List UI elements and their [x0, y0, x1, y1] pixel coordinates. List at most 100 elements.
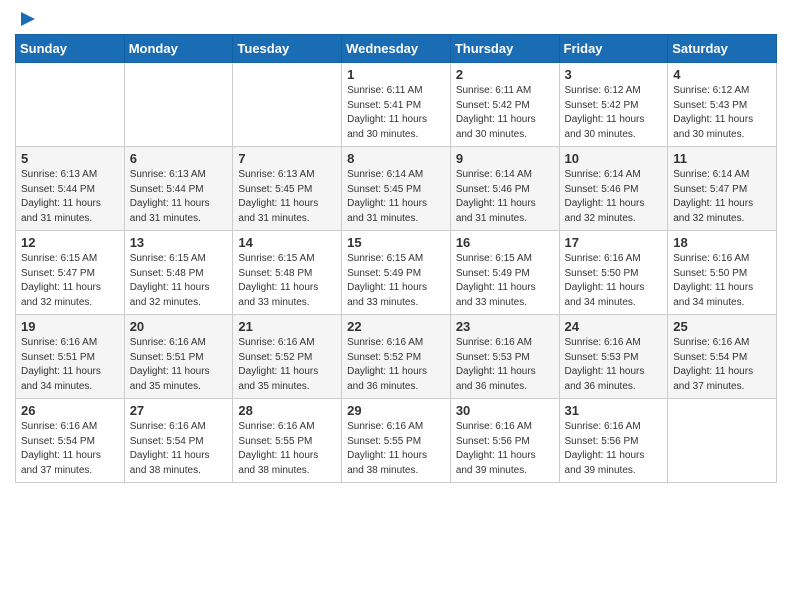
- day-info: Sunrise: 6:14 AMSunset: 5:47 PMDaylight:…: [673, 168, 771, 226]
- day-number: 22: [347, 319, 445, 334]
- calendar-header-row: SundayMondayTuesdayWednesdayThursdayFrid…: [16, 35, 777, 63]
- day-number: 14: [238, 235, 336, 250]
- calendar-cell: 11 Sunrise: 6:14 AMSunset: 5:47 PMDayligh…: [668, 147, 777, 231]
- calendar-dow-friday: Friday: [559, 35, 668, 63]
- calendar-cell: 27Sunrise: 6:16 AMSunset: 5:54 PMDayligh…: [124, 399, 233, 483]
- day-number: 2: [456, 67, 554, 82]
- day-number: 28: [238, 403, 336, 418]
- logo: [15, 10, 39, 26]
- day-number: 26: [21, 403, 119, 418]
- calendar-cell: 22 Sunrise: 6:16 AMSunset: 5:52 PMDayligh…: [342, 315, 451, 399]
- day-info: Sunrise: 6:16 AMSunset: 5:50 PMDaylight:…: [565, 252, 663, 310]
- calendar-cell: 3Sunrise: 6:12 AMSunset: 5:42 PMDaylight…: [559, 63, 668, 147]
- day-info: Sunrise: 6:16 AMSunset: 5:56 PMDaylight:…: [565, 420, 663, 478]
- calendar-cell: 26Sunrise: 6:16 AMSunset: 5:54 PMDayligh…: [16, 399, 125, 483]
- calendar-cell: 1 Sunrise: 6:11 AMSunset: 5:41 PMDaylight…: [342, 63, 451, 147]
- day-number: 4: [673, 67, 771, 82]
- calendar-cell: [124, 63, 233, 147]
- day-number: 1: [347, 67, 445, 82]
- calendar-cell: 18 Sunrise: 6:16 AMSunset: 5:50 PMDayligh…: [668, 231, 777, 315]
- logo-flag-icon: [17, 8, 39, 30]
- day-number: 5: [21, 151, 119, 166]
- day-info: Sunrise: 6:16 AMSunset: 5:55 PMDaylight:…: [347, 420, 445, 478]
- day-number: 31: [565, 403, 663, 418]
- calendar-cell: 12 Sunrise: 6:15 AMSunset: 5:47 PMDayligh…: [16, 231, 125, 315]
- day-info: Sunrise: 6:11 AMSunset: 5:41 PMDaylight:…: [347, 84, 445, 142]
- calendar-week-0: 1 Sunrise: 6:11 AMSunset: 5:41 PMDaylight…: [16, 63, 777, 147]
- day-number: 24: [565, 319, 663, 334]
- calendar-week-4: 26 Sunrise: 6:16 AMSunset: 5:54 PMDayligh…: [16, 399, 777, 483]
- calendar-cell: 28 Sunrise: 6:16 AMSunset: 5:55 PMDayligh…: [233, 399, 342, 483]
- calendar-cell: 16 Sunrise: 6:15 AMSunset: 5:49 PMDayligh…: [450, 231, 559, 315]
- day-number: 20: [130, 319, 228, 334]
- day-number: 21: [238, 319, 336, 334]
- day-info: Sunrise: 6:16 AMSunset: 5:55 PMDaylight:…: [238, 420, 336, 478]
- calendar-cell: 30 Sunrise: 6:16 AMSunset: 5:56 PMDayligh…: [450, 399, 559, 483]
- day-number: 11: [673, 151, 771, 166]
- calendar-dow-thursday: Thursday: [450, 35, 559, 63]
- day-info: Sunrise: 6:16 AMSunset: 5:52 PMDaylight:…: [347, 336, 445, 394]
- calendar-cell: 8 Sunrise: 6:14 AMSunset: 5:45 PMDaylight…: [342, 147, 451, 231]
- day-info: Sunrise: 6:16 AMSunset: 5:50 PMDaylight:…: [673, 252, 771, 310]
- calendar-cell: 15Sunrise: 6:15 AMSunset: 5:49 PMDayligh…: [342, 231, 451, 315]
- calendar-table: SundayMondayTuesdayWednesdayThursdayFrid…: [15, 34, 777, 483]
- calendar-cell: 9 Sunrise: 6:14 AMSunset: 5:46 PMDaylight…: [450, 147, 559, 231]
- calendar-cell: 6 Sunrise: 6:13 AMSunset: 5:44 PMDaylight…: [124, 147, 233, 231]
- day-info: Sunrise: 6:14 AMSunset: 5:45 PMDaylight:…: [347, 168, 445, 226]
- day-info: Sunrise: 6:15 AMSunset: 5:49 PMDaylight:…: [456, 252, 554, 310]
- calendar-cell: 7Sunrise: 6:13 AMSunset: 5:45 PMDaylight…: [233, 147, 342, 231]
- calendar-cell: 13 Sunrise: 6:15 AMSunset: 5:48 PMDayligh…: [124, 231, 233, 315]
- calendar-week-3: 19 Sunrise: 6:16 AMSunset: 5:51 PMDayligh…: [16, 315, 777, 399]
- day-number: 30: [456, 403, 554, 418]
- calendar-cell: [233, 63, 342, 147]
- day-number: 10: [565, 151, 663, 166]
- day-info: Sunrise: 6:15 AMSunset: 5:48 PMDaylight:…: [130, 252, 228, 310]
- day-info: Sunrise: 6:14 AMSunset: 5:46 PMDaylight:…: [456, 168, 554, 226]
- calendar-cell: 4 Sunrise: 6:12 AMSunset: 5:43 PMDaylight…: [668, 63, 777, 147]
- day-info: Sunrise: 6:15 AMSunset: 5:47 PMDaylight:…: [21, 252, 119, 310]
- calendar-cell: 10Sunrise: 6:14 AMSunset: 5:46 PMDayligh…: [559, 147, 668, 231]
- calendar-cell: 5 Sunrise: 6:13 AMSunset: 5:44 PMDaylight…: [16, 147, 125, 231]
- calendar-cell: 14 Sunrise: 6:15 AMSunset: 5:48 PMDayligh…: [233, 231, 342, 315]
- calendar-cell: 25Sunrise: 6:16 AMSunset: 5:54 PMDayligh…: [668, 315, 777, 399]
- calendar-cell: 23Sunrise: 6:16 AMSunset: 5:53 PMDayligh…: [450, 315, 559, 399]
- calendar-cell: 21 Sunrise: 6:16 AMSunset: 5:52 PMDayligh…: [233, 315, 342, 399]
- calendar-cell: 29 Sunrise: 6:16 AMSunset: 5:55 PMDayligh…: [342, 399, 451, 483]
- calendar-cell: 19 Sunrise: 6:16 AMSunset: 5:51 PMDayligh…: [16, 315, 125, 399]
- day-number: 18: [673, 235, 771, 250]
- day-number: 17: [565, 235, 663, 250]
- calendar-dow-wednesday: Wednesday: [342, 35, 451, 63]
- day-number: 6: [130, 151, 228, 166]
- day-info: Sunrise: 6:16 AMSunset: 5:51 PMDaylight:…: [130, 336, 228, 394]
- day-info: Sunrise: 6:16 AMSunset: 5:54 PMDaylight:…: [130, 420, 228, 478]
- calendar-cell: 24 Sunrise: 6:16 AMSunset: 5:53 PMDayligh…: [559, 315, 668, 399]
- day-info: Sunrise: 6:15 AMSunset: 5:48 PMDaylight:…: [238, 252, 336, 310]
- calendar-cell: 31 Sunrise: 6:16 AMSunset: 5:56 PMDayligh…: [559, 399, 668, 483]
- calendar-dow-saturday: Saturday: [668, 35, 777, 63]
- calendar-week-1: 5 Sunrise: 6:13 AMSunset: 5:44 PMDaylight…: [16, 147, 777, 231]
- calendar-dow-monday: Monday: [124, 35, 233, 63]
- day-number: 13: [130, 235, 228, 250]
- header: [15, 10, 777, 26]
- day-info: Sunrise: 6:16 AMSunset: 5:56 PMDaylight:…: [456, 420, 554, 478]
- day-number: 19: [21, 319, 119, 334]
- day-info: Sunrise: 6:16 AMSunset: 5:52 PMDaylight:…: [238, 336, 336, 394]
- day-number: 8: [347, 151, 445, 166]
- day-info: Sunrise: 6:16 AMSunset: 5:51 PMDaylight:…: [21, 336, 119, 394]
- day-info: Sunrise: 6:11 AMSunset: 5:42 PMDaylight:…: [456, 84, 554, 142]
- day-number: 29: [347, 403, 445, 418]
- day-info: Sunrise: 6:13 AMSunset: 5:45 PMDaylight:…: [238, 168, 336, 226]
- calendar-cell: 2 Sunrise: 6:11 AMSunset: 5:42 PMDaylight…: [450, 63, 559, 147]
- day-number: 16: [456, 235, 554, 250]
- calendar-dow-sunday: Sunday: [16, 35, 125, 63]
- day-info: Sunrise: 6:13 AMSunset: 5:44 PMDaylight:…: [130, 168, 228, 226]
- day-info: Sunrise: 6:16 AMSunset: 5:53 PMDaylight:…: [565, 336, 663, 394]
- day-info: Sunrise: 6:13 AMSunset: 5:44 PMDaylight:…: [21, 168, 119, 226]
- calendar-cell: [668, 399, 777, 483]
- day-number: 9: [456, 151, 554, 166]
- day-info: Sunrise: 6:12 AMSunset: 5:43 PMDaylight:…: [673, 84, 771, 142]
- calendar-cell: [16, 63, 125, 147]
- day-number: 12: [21, 235, 119, 250]
- day-number: 3: [565, 67, 663, 82]
- day-info: Sunrise: 6:16 AMSunset: 5:53 PMDaylight:…: [456, 336, 554, 394]
